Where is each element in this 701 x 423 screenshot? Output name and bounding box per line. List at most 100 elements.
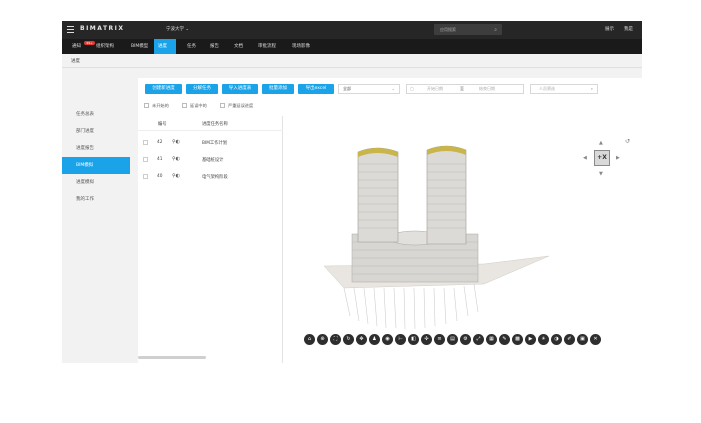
row-checkbox[interactable] — [143, 140, 148, 145]
import-schedule-button[interactable]: 导入进度表 — [222, 84, 258, 94]
palette-icon[interactable]: ◑ — [551, 334, 562, 345]
model-tree-icon[interactable]: ≡ — [434, 334, 445, 345]
app-search-input[interactable]: 应用搜索 ⌕ — [434, 24, 502, 35]
nav-item-approval[interactable]: 审批流程 — [254, 39, 280, 54]
date-separator: 至 — [460, 86, 464, 91]
zoom-icon[interactable]: ⊕ — [317, 334, 328, 345]
sidebar-item-my-work[interactable]: 我的工作 — [62, 191, 130, 208]
video-icon[interactable]: ▶ — [525, 334, 536, 345]
row-number: 42 — [157, 140, 163, 145]
main-content: 创建新进度 分解任务 导入进度表 批量添加 导出excel 全部 ⌄ ▢ 开始日… — [138, 78, 642, 363]
table-row[interactable]: 42 ⚲◐ BIM工作计划 — [138, 134, 283, 151]
arrow-left-icon[interactable]: ◀ — [583, 155, 587, 161]
checkbox-delayed[interactable]: 延误中的 — [182, 103, 207, 109]
checkbox-box[interactable] — [182, 103, 187, 108]
status-filter-select[interactable]: 全部 ⌄ — [338, 84, 400, 94]
main-nav: 通知 99+ 组织架构 BIM模型 进度 任务 报告 文档 审批流程 现场影像 — [62, 39, 642, 54]
sidebar-item-dept-progress[interactable]: 部门进度 — [62, 123, 130, 140]
nav-item-docs[interactable]: 文档 — [230, 39, 247, 54]
split-task-button[interactable]: 分解任务 — [186, 84, 218, 94]
app-window: BIMATRIX 宁波大学 ⌄ 应用搜索 ⌕ 展示 我是 通知 99+ 组织架构… — [62, 21, 642, 363]
orbit-icon[interactable]: ↻ — [343, 334, 354, 345]
properties-icon[interactable]: ▤ — [447, 334, 458, 345]
end-date-placeholder: 结束日期 — [479, 86, 495, 91]
layers-icon[interactable]: ▦ — [486, 334, 497, 345]
status-filter-value: 全部 — [343, 86, 351, 91]
sun-icon[interactable]: ☀ — [538, 334, 549, 345]
nav-item-progress[interactable]: 进度 — [154, 39, 176, 54]
table-header: 编号 进度任务名称 — [138, 116, 283, 131]
sidebar-item-progress-simulation[interactable]: 进度模拟 — [62, 174, 130, 191]
markup-icon[interactable]: ✎ — [499, 334, 510, 345]
row-number: 41 — [157, 157, 163, 162]
row-task-name: 电气架构阶段 — [202, 175, 228, 180]
sidebar-item-progress-report[interactable]: 进度报告 — [62, 140, 130, 157]
fullscreen-icon[interactable]: ⤢ — [473, 334, 484, 345]
row-task-name: 基础桩设计 — [202, 158, 224, 163]
menu-icon[interactable] — [67, 26, 74, 33]
home-icon[interactable]: ⌂ — [304, 334, 315, 345]
row-checkbox[interactable] — [143, 174, 148, 179]
row-checkbox[interactable] — [143, 157, 148, 162]
link-model-icon[interactable]: ⚲◐ — [172, 139, 180, 145]
building-model — [323, 145, 550, 330]
chevron-down-icon: ⌄ — [391, 86, 395, 91]
nav-item-org[interactable]: 组织架构 — [92, 39, 118, 54]
arrow-right-icon[interactable]: ▶ — [616, 155, 620, 161]
nav-item-report[interactable]: 报告 — [206, 39, 223, 54]
top-bar: BIMATRIX 宁波大学 ⌄ 应用搜索 ⌕ 展示 我是 — [62, 21, 642, 39]
checkbox-not-started[interactable]: 未开始的 — [144, 103, 169, 109]
table-row[interactable]: 40 ⚲◐ 电气架构阶段 — [138, 168, 283, 185]
checkbox-label: 严重延误进度 — [228, 103, 254, 108]
checkbox-box[interactable] — [144, 103, 149, 108]
search-icon[interactable]: ⌕ — [591, 85, 593, 93]
search-icon[interactable]: ⌕ — [494, 27, 497, 33]
task-list-panel: 编号 进度任务名称 42 ⚲◐ BIM工作计划 41 ⚲◐ 基础桩设计 40 ⚲… — [138, 116, 283, 363]
close-icon[interactable]: ✕ — [590, 334, 601, 345]
screenshot-icon[interactable]: ▣ — [577, 334, 588, 345]
link-model-icon[interactable]: ⚲◐ — [172, 173, 180, 179]
section-icon[interactable]: ◧ — [408, 334, 419, 345]
checkbox-severely-delayed[interactable]: 严重延误进度 — [220, 103, 253, 109]
settings-icon[interactable]: ⚙ — [460, 334, 471, 345]
calendar-icon: ▢ — [410, 86, 414, 91]
row-number: 40 — [157, 174, 163, 179]
header-number: 编号 — [158, 122, 167, 127]
checkbox-label: 未开始的 — [152, 103, 169, 108]
arrow-down-icon[interactable]: ▼ — [599, 171, 603, 177]
measure-icon[interactable]: ⊢ — [395, 334, 406, 345]
camera-icon[interactable]: ◉ — [382, 334, 393, 345]
top-link-me[interactable]: 我是 — [624, 26, 633, 32]
nav-item-site-images[interactable]: 现场影像 — [288, 39, 314, 54]
sidebar-item-master-tasks[interactable]: 任务总表 — [62, 106, 130, 123]
horizontal-scrollbar[interactable] — [138, 356, 206, 359]
pan-icon[interactable]: ✥ — [356, 334, 367, 345]
arrow-up-icon[interactable]: ▲ — [599, 140, 603, 146]
breadcrumb-label: 进度 — [71, 59, 80, 64]
project-selector[interactable]: 宁波大学 ⌄ — [166, 26, 189, 32]
fit-icon[interactable]: ⛶ — [330, 334, 341, 345]
bim-3d-viewer[interactable]: ↺ ▲ ◀ +X ▶ ▼ ⌂ ⊕ ⛶ ↻ ✥ ♟ ◉ ⊢ ◧ ✣ ≡ ▤ ⚙ ⤢… — [284, 116, 642, 363]
batch-add-button[interactable]: 批量添加 — [262, 84, 294, 94]
create-progress-button[interactable]: 创建新进度 — [145, 84, 182, 94]
nav-item-bim-model[interactable]: BIM模型 — [127, 39, 152, 54]
export-excel-button[interactable]: 导出excel — [298, 84, 334, 94]
top-link-show[interactable]: 展示 — [605, 26, 614, 32]
nav-item-notify[interactable]: 通知 — [68, 39, 85, 54]
date-range-picker[interactable]: ▢ 开始日期 至 结束日期 — [406, 84, 524, 94]
table-row[interactable]: 41 ⚲◐ 基础桩设计 — [138, 151, 283, 168]
pen-icon[interactable]: ✐ — [564, 334, 575, 345]
nav-item-task[interactable]: 任务 — [183, 39, 200, 54]
row-task-name: BIM工作计划 — [202, 141, 228, 146]
sidebar-item-bim-simulation[interactable]: BIM模拟 — [62, 157, 130, 174]
view-cube[interactable]: +X — [594, 150, 610, 166]
link-model-icon[interactable]: ⚲◐ — [172, 156, 180, 162]
checkbox-box[interactable] — [220, 103, 225, 108]
logo: BIMATRIX — [80, 25, 125, 32]
explode-icon[interactable]: ✣ — [421, 334, 432, 345]
person-filter-input[interactable]: 人员筛选 ⌕ — [530, 84, 598, 94]
grid-icon[interactable]: ▩ — [512, 334, 523, 345]
walk-icon[interactable]: ♟ — [369, 334, 380, 345]
reset-view-icon[interactable]: ↺ — [625, 138, 630, 145]
sidebar: 任务总表 部门进度 进度报告 BIM模拟 进度模拟 我的工作 — [62, 68, 130, 363]
